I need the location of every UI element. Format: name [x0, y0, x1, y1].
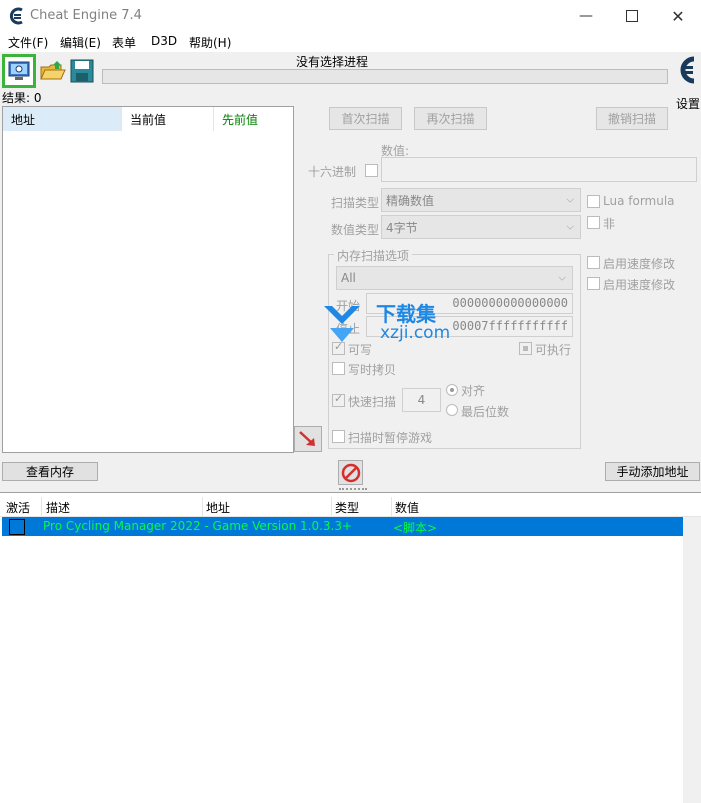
next-scan-button[interactable]: 再次扫描: [414, 107, 487, 130]
align-radio[interactable]: [446, 384, 458, 396]
close-button[interactable]: ✕: [655, 0, 701, 32]
row-active-checkbox[interactable]: [9, 519, 25, 535]
menu-file[interactable]: 文件(F): [8, 34, 48, 51]
menu-bar: [0, 32, 701, 52]
pause-game-checkbox[interactable]: [332, 430, 345, 443]
speedhack-checkbox-2[interactable]: [587, 277, 600, 290]
maximize-button[interactable]: [609, 0, 655, 32]
first-scan-button[interactable]: 首次扫描: [329, 107, 402, 130]
pause-game-label: 扫描时暂停游戏: [348, 431, 433, 445]
address-table-scrollbar[interactable]: [683, 517, 701, 803]
chevron-down-icon: ⌵: [566, 221, 574, 233]
stop-button[interactable]: [338, 460, 363, 485]
speedhack-checkbox-1[interactable]: [587, 256, 600, 269]
red-arrow-down-right-icon: [299, 431, 315, 446]
close-icon: ✕: [671, 6, 685, 26]
splitter-handle[interactable]: [339, 488, 367, 491]
chevron-down-icon: ⌵: [566, 194, 574, 206]
column-divider: [331, 497, 332, 517]
address-table-header-value[interactable]: 数值: [395, 499, 419, 516]
speedhack-label-1: 启用速度修改: [603, 257, 676, 271]
watermark-logo-icon: [320, 302, 366, 346]
last-digits-label: 最后位数: [461, 405, 510, 419]
fast-scan-checkbox[interactable]: ✓: [332, 392, 345, 407]
memory-region-value: All: [341, 271, 356, 285]
undo-scan-button[interactable]: 撤销扫描: [596, 107, 668, 130]
view-memory-button[interactable]: 查看内存: [2, 462, 98, 481]
results-header-address[interactable]: 地址: [3, 107, 121, 131]
lua-formula-label: Lua formula: [603, 194, 675, 208]
copy-on-write-checkbox[interactable]: [332, 362, 345, 375]
address-table-header-description[interactable]: 描述: [46, 499, 70, 516]
scan-type-label: 扫描类型: [331, 196, 380, 210]
process-label: 没有选择进程: [295, 55, 368, 69]
value-type-label: 数值类型: [331, 223, 380, 237]
lua-formula-checkbox[interactable]: [587, 195, 600, 208]
results-header-previous-value[interactable]: 先前值: [213, 107, 293, 131]
results-header-current-value[interactable]: 当前值: [121, 107, 213, 131]
column-divider: [202, 497, 203, 517]
no-entry-icon: [341, 463, 360, 482]
menu-edit[interactable]: 编辑(E): [60, 34, 101, 51]
table-row[interactable]: Pro Cycling Manager 2022 - Game Version …: [2, 517, 683, 536]
results-count: 结果: 0: [2, 91, 42, 105]
scan-type-value: 精确数值: [386, 193, 435, 208]
value-type-select[interactable]: 4字节 ⌵: [381, 215, 581, 239]
column-divider: [391, 497, 392, 517]
not-label: 非: [603, 217, 616, 231]
value-type-value: 4字节: [386, 220, 418, 235]
menu-help[interactable]: 帮助(H): [189, 34, 231, 51]
menu-d3d[interactable]: D3D: [151, 34, 177, 48]
cheat-engine-logo-icon: [8, 7, 26, 25]
minimize-icon: —: [579, 8, 593, 24]
align-label: 对齐: [461, 384, 486, 398]
address-table-header-address[interactable]: 地址: [206, 499, 230, 516]
window-title: Cheat Engine 7.4: [30, 8, 142, 23]
scan-type-select[interactable]: 精确数值 ⌵: [381, 188, 581, 212]
fast-scan-alignment-input[interactable]: 4: [402, 388, 441, 412]
menu-table[interactable]: 表单: [112, 34, 136, 51]
scan-value-input[interactable]: [381, 157, 697, 182]
minimize-button[interactable]: —: [563, 0, 609, 32]
maximize-icon: [626, 10, 638, 22]
address-table-header-type[interactable]: 类型: [335, 499, 359, 516]
settings-label: 设置: [676, 97, 701, 111]
speedhack-label-2: 启用速度修改: [603, 278, 676, 292]
address-table[interactable]: [0, 492, 701, 803]
memory-region-select[interactable]: All ⌵: [336, 266, 573, 290]
address-table-header-active[interactable]: 激活: [6, 499, 30, 516]
row-description: Pro Cycling Manager 2022 - Game Version …: [43, 519, 353, 533]
row-value: <脚本>: [393, 521, 438, 535]
column-divider: [41, 497, 42, 517]
hex-label: 十六进制: [308, 165, 357, 179]
chevron-down-icon: ⌵: [558, 272, 566, 284]
fast-scan-label: 快速扫描: [348, 395, 397, 409]
memory-scan-options-title: 内存扫描选项: [334, 247, 413, 264]
not-checkbox[interactable]: [587, 216, 600, 229]
watermark-domain: xzji.com: [380, 323, 451, 343]
hex-checkbox[interactable]: [365, 164, 378, 177]
settings-button[interactable]: [672, 53, 700, 87]
add-address-manually-button[interactable]: 手动添加地址: [605, 462, 700, 481]
results-list[interactable]: 地址 当前值 先前值: [2, 106, 294, 453]
cheat-engine-settings-icon: [680, 56, 695, 84]
executable-label: 可执行: [535, 343, 572, 357]
scan-progress-bar: [102, 69, 668, 84]
add-to-address-list-button[interactable]: [294, 426, 322, 452]
last-digits-radio[interactable]: [446, 404, 458, 416]
copy-on-write-label: 写时拷贝: [348, 363, 397, 377]
executable-checkbox[interactable]: [519, 342, 532, 355]
